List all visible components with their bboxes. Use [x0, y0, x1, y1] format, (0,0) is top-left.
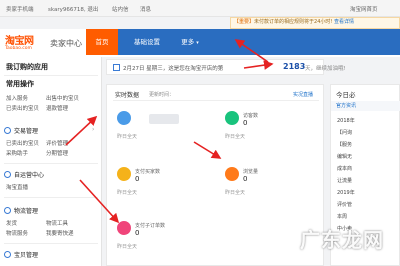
arrow-to-days	[243, 60, 274, 70]
arrow-to-trade	[65, 115, 98, 146]
arrow-to-nav	[234, 39, 269, 63]
arrow-to-sub-orders	[79, 179, 120, 224]
watermark: 广东龙网	[300, 228, 384, 252]
arrow-to-metrics	[193, 141, 222, 159]
